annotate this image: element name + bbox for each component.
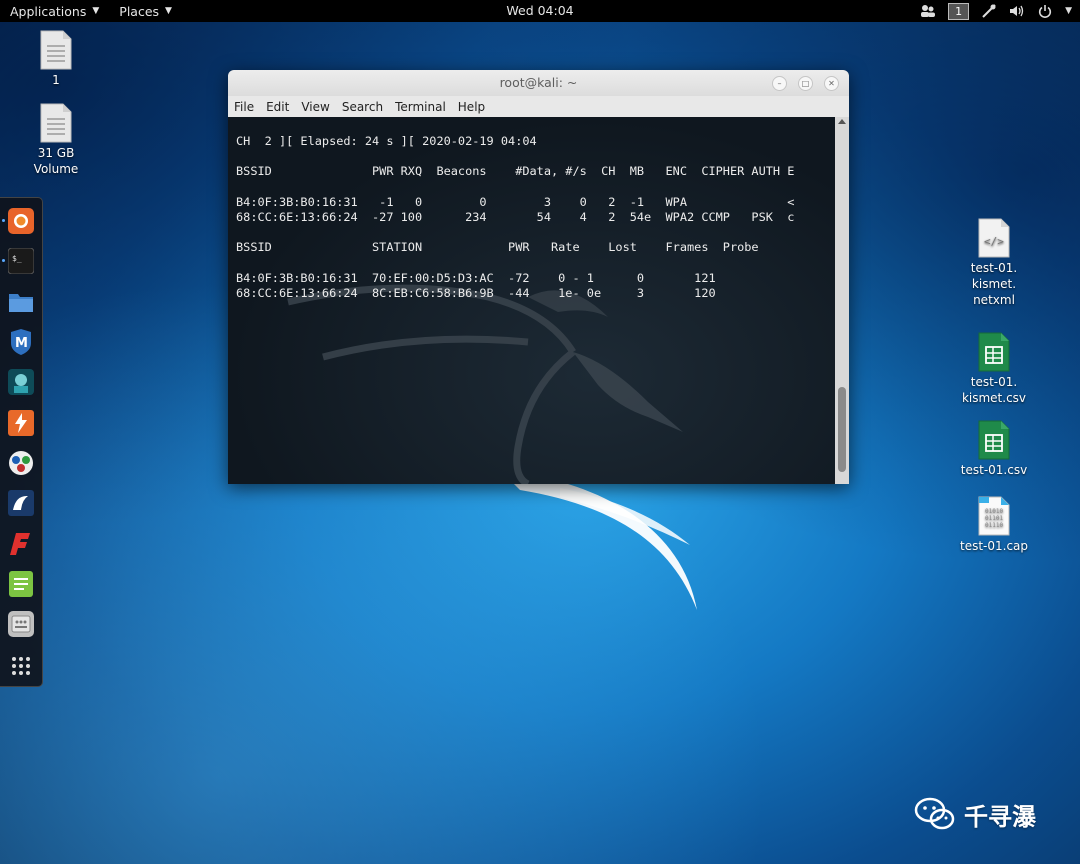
firefox-icon[interactable]: [7, 207, 35, 235]
app-grid-icon[interactable]: [7, 652, 35, 680]
terminal-menubar: File Edit View Search Terminal Help: [228, 96, 849, 118]
terminal-line: B4:0F:3B:B0:16:31 -1 0 0 3 0 2 -1 WPA <: [236, 194, 795, 209]
watermark-text: 千寻瀑: [964, 802, 1036, 831]
menu-file[interactable]: File: [228, 100, 260, 114]
svg-text:M: M: [15, 336, 28, 351]
applications-menu[interactable]: Applications ▼: [0, 0, 109, 22]
people-icon[interactable]: [920, 3, 936, 19]
drive-icon: [39, 103, 73, 143]
clock[interactable]: Wed 04:04: [506, 3, 573, 18]
desktop-icon-label: 31 GB Volume: [33, 146, 79, 176]
desktop-file-netxml[interactable]: </> test-01. kismet. netxml: [954, 218, 1034, 308]
window-titlebar[interactable]: root@kali: ~ – □ ✕: [228, 70, 849, 96]
dock: $_ M: [0, 197, 43, 687]
svg-text:$_: $_: [12, 254, 22, 263]
scroll-up-arrow-icon[interactable]: [838, 119, 846, 124]
desktop-file-cap[interactable]: 01010 01101 01110 test-01.cap: [954, 496, 1034, 554]
desktop-file-kismet-csv[interactable]: test-01. kismet.csv: [954, 332, 1034, 406]
airodump-output: CH 2 ][ Elapsed: 24 s ][ 2020-02-19 04:0…: [236, 134, 794, 301]
network-icon[interactable]: [981, 3, 997, 19]
xml-file-icon: </>: [977, 218, 1011, 258]
terminal-line: 68:CC:6E:13:66:24 8C:EB:C6:58:B6:9B -44 …: [236, 286, 716, 301]
burpsuite-icon[interactable]: [7, 409, 35, 437]
desktop-file-1[interactable]: 1: [16, 30, 96, 88]
faraday-icon[interactable]: [7, 530, 35, 558]
desktop-icon-label: test-01.cap: [959, 539, 1029, 553]
terminal-line: CH 2 ][ Elapsed: 24 s ][ 2020-02-19 04:0…: [236, 134, 537, 148]
scrollbar-thumb[interactable]: [838, 387, 846, 472]
desktop-file-csv[interactable]: test-01.csv: [954, 420, 1034, 478]
beef-icon[interactable]: [7, 489, 35, 517]
volume-icon[interactable]: [1009, 3, 1025, 19]
armitage-icon[interactable]: [7, 368, 35, 396]
places-menu[interactable]: Places ▼: [109, 0, 182, 22]
chevron-down-icon: ▼: [165, 6, 172, 16]
close-button[interactable]: ✕: [824, 76, 839, 91]
metasploit-icon[interactable]: M: [7, 328, 35, 356]
text-editor-icon[interactable]: [7, 570, 35, 598]
terminal-line: BSSID PWR RXQ Beacons #Data, #/s CH MB E…: [236, 164, 795, 179]
terminal-line: B4:0F:3B:B0:16:31 70:EF:00:D5:D3:AC -72 …: [236, 270, 716, 285]
minimize-button[interactable]: –: [772, 76, 787, 91]
applications-label: Applications: [10, 3, 87, 19]
scrollbar[interactable]: [835, 117, 849, 484]
menu-view[interactable]: View: [295, 100, 335, 114]
top-panel: Applications ▼ Places ▼ Wed 04:04 1 ▼: [0, 0, 1080, 22]
maltego-icon[interactable]: [7, 449, 35, 477]
menu-terminal[interactable]: Terminal: [389, 100, 452, 114]
terminal-line: 68:CC:6E:13:66:24 -27 100 234 54 4 2 54e…: [236, 210, 795, 225]
desktop-icon-label: test-01. kismet.csv: [961, 375, 1027, 405]
spreadsheet-icon: [977, 332, 1011, 372]
svg-text:</>: </>: [984, 235, 1004, 248]
text-file-icon: [39, 30, 73, 70]
terminal-output[interactable]: CH 2 ][ Elapsed: 24 s ][ 2020-02-19 04:0…: [228, 117, 835, 484]
places-label: Places: [119, 3, 160, 19]
window-title: root@kali: ~: [499, 75, 578, 90]
desktop-icon-label: test-01.csv: [960, 463, 1028, 477]
files-icon[interactable]: [7, 288, 35, 316]
desktop-icon-label: 1: [52, 73, 60, 87]
menu-help[interactable]: Help: [452, 100, 491, 114]
wechat-watermark: 千寻瀑: [914, 796, 1036, 832]
desktop-icon-label: test-01. kismet. netxml: [970, 261, 1018, 307]
chevron-down-icon: ▼: [92, 6, 100, 16]
workspace-indicator[interactable]: 1: [948, 2, 970, 20]
binary-file-icon: 01010 01101 01110: [977, 496, 1011, 536]
power-icon[interactable]: [1037, 3, 1053, 19]
settings-icon[interactable]: [7, 610, 35, 638]
menu-edit[interactable]: Edit: [260, 100, 295, 114]
maximize-button[interactable]: □: [798, 76, 813, 91]
desktop-volume[interactable]: 31 GB Volume: [16, 103, 96, 177]
running-indicator: [2, 259, 5, 262]
terminal-icon[interactable]: $_: [7, 247, 35, 275]
menu-search[interactable]: Search: [336, 100, 389, 114]
svg-text:01110: 01110: [985, 522, 1003, 529]
terminal-line: BSSID STATION PWR Rate Lost Frames Probe: [236, 240, 759, 255]
svg-text:01101: 01101: [985, 515, 1003, 522]
terminal-window: root@kali: ~ – □ ✕ File Edit View Search…: [228, 70, 849, 484]
chevron-down-icon[interactable]: ▼: [1065, 6, 1072, 16]
spreadsheet-icon: [977, 420, 1011, 460]
wechat-icon: [914, 797, 955, 830]
svg-text:01010: 01010: [985, 508, 1003, 515]
running-indicator: [2, 219, 5, 222]
